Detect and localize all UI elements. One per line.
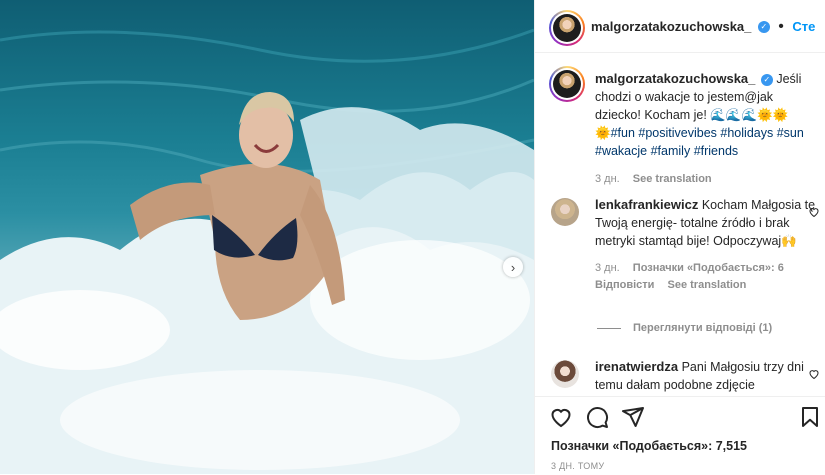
comment-meta: 3 дн. Позначки «Подобається»: 6 Відповіс… [595, 260, 817, 294]
likes-count[interactable]: Позначки «Подобається»: 7,515 [551, 439, 747, 453]
author-line: malgorzatakozuchowska_ ✓ • Сте [591, 18, 816, 35]
hashtag-holidays[interactable]: #holidays [720, 126, 773, 140]
see-translation-link[interactable]: See translation [633, 173, 712, 185]
comment-username[interactable]: lenkafrankiewicz [595, 197, 698, 212]
view-replies-link[interactable]: Переглянути відповіді (1) [597, 322, 772, 334]
post-photo[interactable]: › [0, 0, 534, 474]
commenter-avatar[interactable] [551, 360, 579, 388]
reply-link[interactable]: Відповісти [595, 279, 654, 291]
heart-icon[interactable] [549, 405, 573, 429]
caption-sun: 🌞 [595, 126, 611, 140]
bookmark-icon[interactable] [798, 405, 822, 429]
post-panel: malgorzatakozuchowska_ ✓ • Сте malgorzat… [534, 0, 825, 475]
comment-likes[interactable]: Позначки «Подобається»: 6 [633, 262, 784, 274]
comment-like-heart-icon[interactable] [808, 206, 820, 218]
beach-wave-image [0, 28, 534, 474]
action-bar: Позначки «Подобається»: 7,515 3 ДН. ТОМУ [535, 396, 825, 475]
comment: lenkafrankiewicz Kocham Małgosia tę Twoj… [595, 196, 817, 294]
hashtag-wakacje[interactable]: #wakacje [595, 144, 647, 158]
caption: malgorzatakozuchowska_ ✓ Jeśli chodzi o … [595, 70, 817, 188]
hashtag-sun[interactable]: #sun [777, 126, 804, 140]
author-username[interactable]: malgorzatakozuchowska_ [591, 19, 751, 34]
author-avatar[interactable] [549, 10, 585, 46]
follow-button[interactable]: Сте [792, 19, 815, 34]
hashtag-fun[interactable]: #fun [611, 126, 635, 140]
verified-badge-icon: ✓ [757, 20, 770, 33]
hashtag-friends[interactable]: #friends [694, 144, 738, 158]
hashtag-family[interactable]: #family [651, 144, 691, 158]
comment-age: 3 дн. [595, 262, 620, 274]
comment-icon[interactable] [585, 405, 609, 429]
post-view: › malgorzatakozuchowska_ ✓ • Сте malgorz… [0, 0, 825, 475]
paper-plane-icon[interactable] [621, 405, 645, 429]
comment-translation-link[interactable]: See translation [668, 279, 747, 291]
verified-badge-icon: ✓ [760, 73, 773, 86]
caption-username[interactable]: malgorzatakozuchowska_ [595, 71, 755, 86]
comment-username[interactable]: irenatwierdza [595, 359, 678, 374]
caption-avatar[interactable] [549, 66, 585, 102]
caption-age: 3 дн. [595, 173, 620, 185]
comment: irenatwierdza Pani Małgosiu trzy dni tem… [595, 358, 817, 396]
hashtag-positivevibes[interactable]: #positivevibes [638, 126, 717, 140]
caption-meta: 3 дн. See translation [595, 170, 817, 188]
comment-like-heart-icon[interactable] [808, 368, 820, 380]
post-date[interactable]: 3 ДН. ТОМУ [551, 461, 604, 471]
commenter-avatar[interactable] [551, 198, 579, 226]
chevron-right-icon: › [510, 259, 516, 275]
next-photo-button[interactable]: › [503, 257, 523, 277]
post-header: malgorzatakozuchowska_ ✓ • Сте [535, 0, 825, 53]
